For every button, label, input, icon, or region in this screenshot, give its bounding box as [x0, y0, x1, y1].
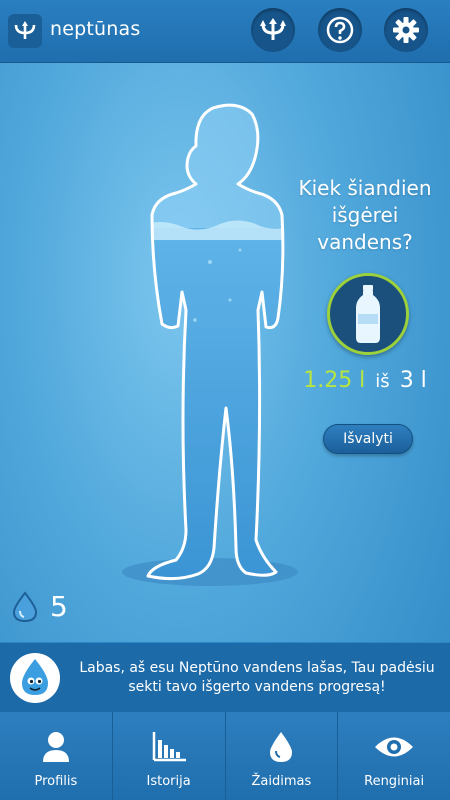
nav-events[interactable]: Renginiai	[338, 712, 450, 800]
mascot-message: Labas, aš esu Neptūno vandens lašas, Tau…	[79, 660, 435, 695]
intake-separator: iš	[375, 371, 390, 392]
water-question: Kiek šiandien išgėrei vandens?	[298, 176, 432, 254]
bottom-navigation: Profilis Istorija Žaidimas Renginiai	[0, 712, 450, 800]
clear-button[interactable]: Išvalyti	[323, 424, 413, 454]
nav-game[interactable]: Žaidimas	[226, 712, 339, 800]
add-water-button[interactable]	[327, 273, 409, 355]
mascot-avatar	[10, 653, 60, 703]
current-intake: 1.25 l	[303, 368, 366, 393]
nav-history[interactable]: Istorija	[113, 712, 226, 800]
bar-chart-icon	[152, 732, 186, 762]
bottle-icon	[356, 285, 380, 343]
intake-amount: 1.25 l iš 3 l	[295, 368, 435, 393]
water-drop-mascot-icon	[22, 659, 48, 695]
drop-icon	[270, 732, 293, 762]
nav-profile[interactable]: Profilis	[0, 712, 113, 800]
drops-count: 5	[50, 590, 68, 623]
profile-icon	[42, 732, 69, 762]
intake-goal: 3 l	[399, 368, 427, 393]
eye-icon	[375, 737, 414, 757]
drops-counter: 5	[12, 590, 68, 623]
mascot-message-bar: Labas, aš esu Neptūno vandens lašas, Tau…	[0, 642, 450, 713]
drop-icon	[12, 590, 38, 622]
